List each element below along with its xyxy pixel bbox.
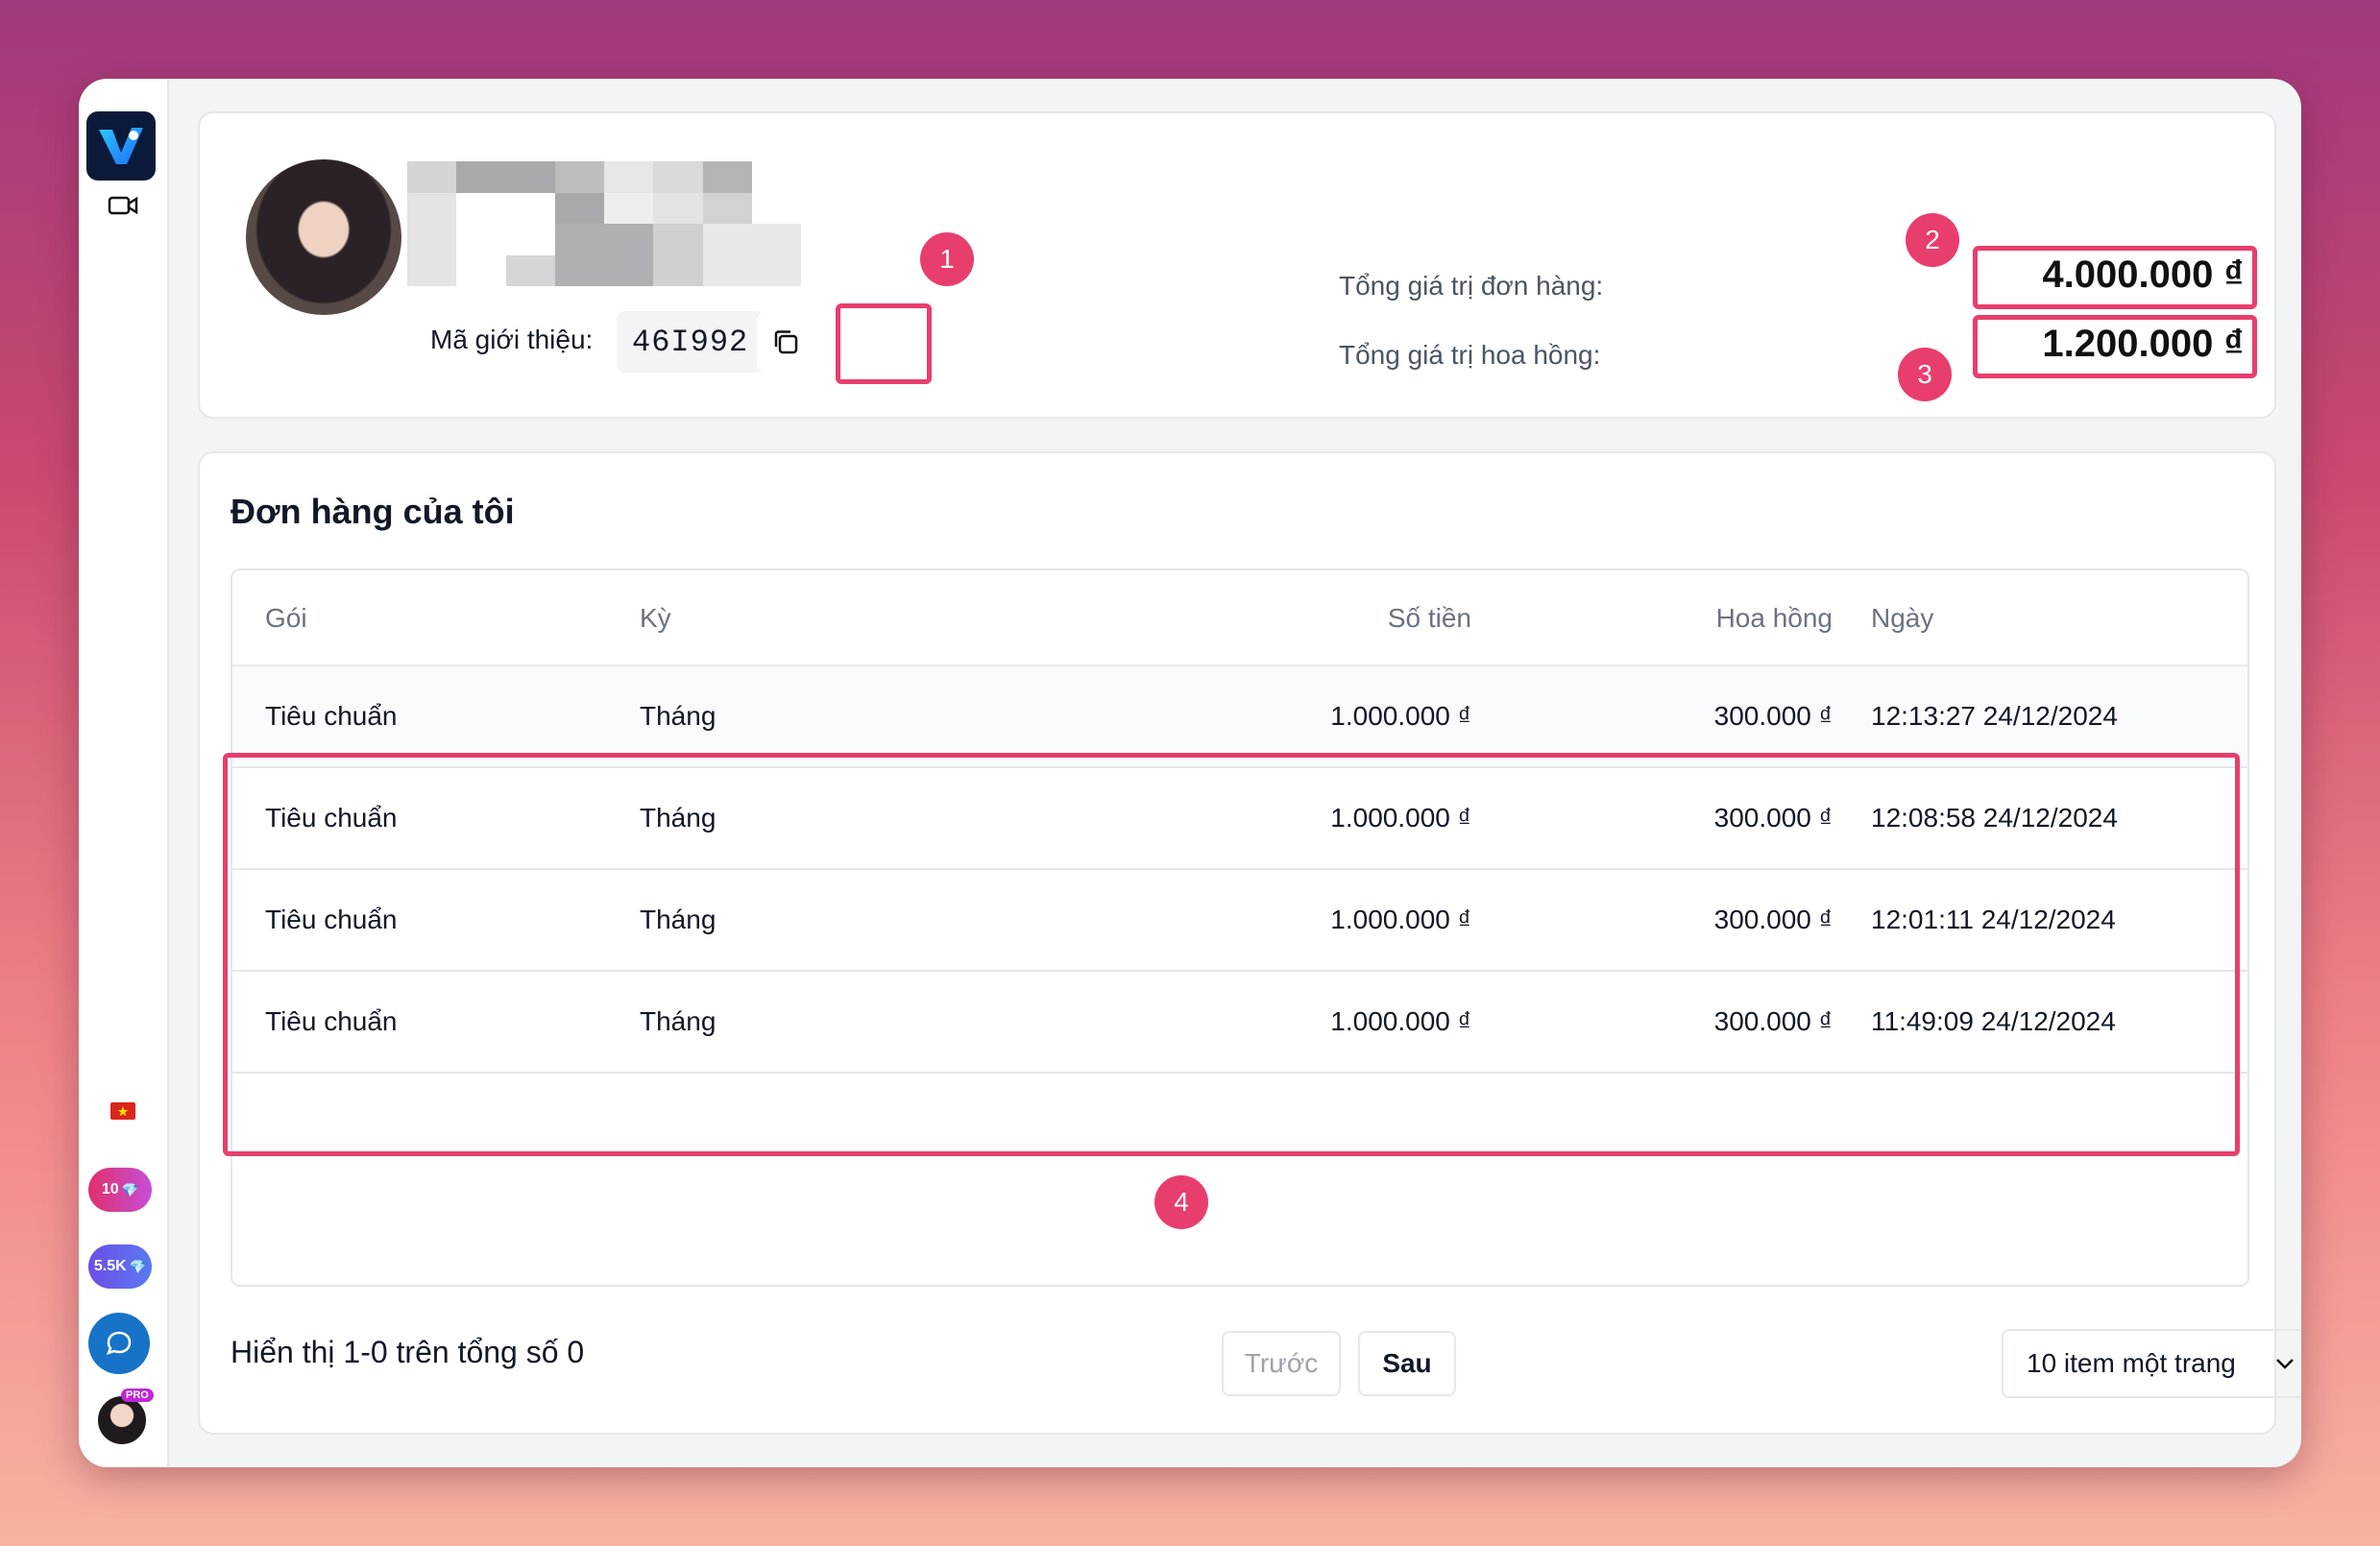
- copy-button[interactable]: [757, 313, 814, 371]
- col-package: Gói: [265, 603, 307, 633]
- gems-badge[interactable]: 10 💎: [88, 1168, 152, 1212]
- app-window: 10 💎 5.5K 💎 PRO Mã giới thiệu: 46I992 1 …: [79, 79, 2301, 1467]
- orders-card: Đơn hàng của tôi Gói Kỳ Số tiền Hoa hồng…: [198, 451, 2301, 1435]
- pro-badge: PRO: [121, 1389, 154, 1402]
- profile-card: Mã giới thiệu: 46I992 1 Tổng giá trị đơn…: [198, 111, 2276, 419]
- page-size-select[interactable]: 10 item một trang: [2002, 1329, 2301, 1398]
- points-badge[interactable]: 5.5K 💎: [88, 1244, 152, 1289]
- col-period: Kỳ: [640, 603, 671, 633]
- table-header: Gói Kỳ Số tiền Hoa hồng Ngày: [232, 570, 2247, 666]
- sidebar: 10 💎 5.5K 💎 PRO: [79, 79, 169, 1467]
- gem-icon: 💎: [121, 1181, 139, 1197]
- col-amount: Số tiền: [1387, 603, 1471, 633]
- chevron-down-icon: [2276, 1359, 2294, 1369]
- total-orders-label: Tổng giá trị đơn hàng:: [1339, 271, 1604, 301]
- annotation-marker-3: 3: [1898, 348, 1952, 401]
- page-size-label: 10 item một trang: [2027, 1348, 2236, 1378]
- pagination-summary: Hiển thị 1-0 trên tổng số 0: [231, 1335, 585, 1369]
- cell-period: Tháng: [640, 701, 716, 731]
- referral-label: Mã giới thiệu:: [430, 325, 594, 354]
- prev-button[interactable]: Trước: [1222, 1331, 1341, 1396]
- highlight-table-rows: [223, 753, 2240, 1156]
- user-avatar[interactable]: [96, 1394, 148, 1446]
- total-commission-value: 1.200.000 ₫: [2042, 323, 2244, 365]
- next-button[interactable]: Sau: [1358, 1331, 1456, 1396]
- annotation-marker-4: 4: [1154, 1175, 1208, 1229]
- cell-commission: 300.000 ₫: [1713, 701, 1833, 731]
- gem-icon: 💎: [129, 1258, 147, 1274]
- annotation-marker-1: 1: [920, 232, 974, 286]
- col-commission: Hoa hồng: [1715, 603, 1833, 633]
- video-icon[interactable]: [79, 186, 167, 225]
- avatar: [246, 159, 401, 315]
- vietnam-flag-icon[interactable]: [79, 1097, 167, 1125]
- copy-icon: [774, 330, 798, 354]
- cell-amount: 1.000.000 ₫: [1330, 701, 1471, 731]
- cell-package: Tiêu chuẩn: [265, 701, 398, 731]
- logo-icon[interactable]: [86, 111, 156, 181]
- gems-count: 10: [101, 1181, 119, 1197]
- highlight-copy: [836, 303, 932, 384]
- col-date: Ngày: [1871, 603, 1934, 633]
- annotation-marker-2: 2: [1906, 213, 1959, 267]
- redacted-name: [407, 161, 801, 286]
- orders-title: Đơn hàng của tôi: [231, 492, 515, 531]
- chat-icon: [106, 1331, 132, 1356]
- cell-date: 12:13:27 24/12/2024: [1871, 701, 2118, 731]
- points-count: 5.5K: [93, 1258, 127, 1274]
- total-orders-value: 4.000.000 ₫: [2042, 254, 2244, 296]
- chat-button[interactable]: [88, 1313, 150, 1374]
- referral-code: 46I992: [617, 311, 765, 373]
- total-commission-label: Tổng giá trị hoa hồng:: [1339, 340, 1601, 370]
